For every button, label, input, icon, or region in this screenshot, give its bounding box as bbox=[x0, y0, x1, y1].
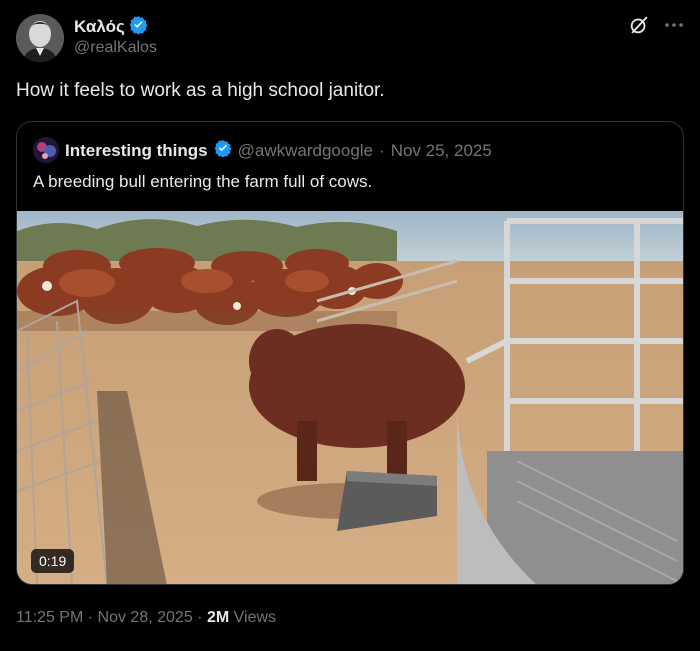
tweet-time[interactable]: 11:25 PM bbox=[16, 609, 83, 626]
quoted-separator: · bbox=[379, 140, 385, 160]
verified-badge-icon bbox=[214, 139, 232, 162]
author-handle[interactable]: @realKalos bbox=[74, 39, 157, 57]
views-label: Views bbox=[233, 609, 277, 626]
verified-badge-icon bbox=[129, 15, 148, 39]
author-name-row: Καλός bbox=[74, 15, 148, 39]
footer-separator: · bbox=[87, 609, 94, 626]
quoted-tweet[interactable]: Interesting things @awkwardgoogle · Nov … bbox=[16, 121, 684, 585]
author-avatar[interactable] bbox=[16, 14, 64, 62]
tweet-text: How it feels to work as a high school ja… bbox=[16, 80, 385, 101]
tweet-date[interactable]: Nov 28, 2025 bbox=[98, 609, 193, 626]
quoted-text: A breeding bull entering the farm full o… bbox=[33, 172, 373, 191]
more-icon[interactable] bbox=[662, 14, 686, 36]
quoted-header: Interesting things @awkwardgoogle · Nov … bbox=[65, 139, 492, 162]
grok-icon[interactable] bbox=[628, 14, 650, 36]
video-duration: 0:19 bbox=[31, 549, 75, 573]
quoted-date[interactable]: Nov 25, 2025 bbox=[391, 141, 492, 161]
quoted-author-name[interactable]: Interesting things bbox=[65, 141, 208, 161]
footer-separator: · bbox=[197, 609, 203, 626]
quoted-author-handle[interactable]: @awkwardgoogle bbox=[238, 141, 373, 161]
video-thumbnail[interactable]: 0:19 bbox=[17, 211, 683, 584]
views-count: 2M bbox=[206, 609, 230, 626]
tweet: Καλός @realKalos How it feels to work as… bbox=[0, 0, 700, 651]
tweet-footer: 11:25 PM · Nov 28, 2025 · 2M Views bbox=[16, 609, 276, 627]
author-name[interactable]: Καλός bbox=[74, 17, 125, 37]
quoted-author-avatar[interactable] bbox=[33, 137, 59, 163]
